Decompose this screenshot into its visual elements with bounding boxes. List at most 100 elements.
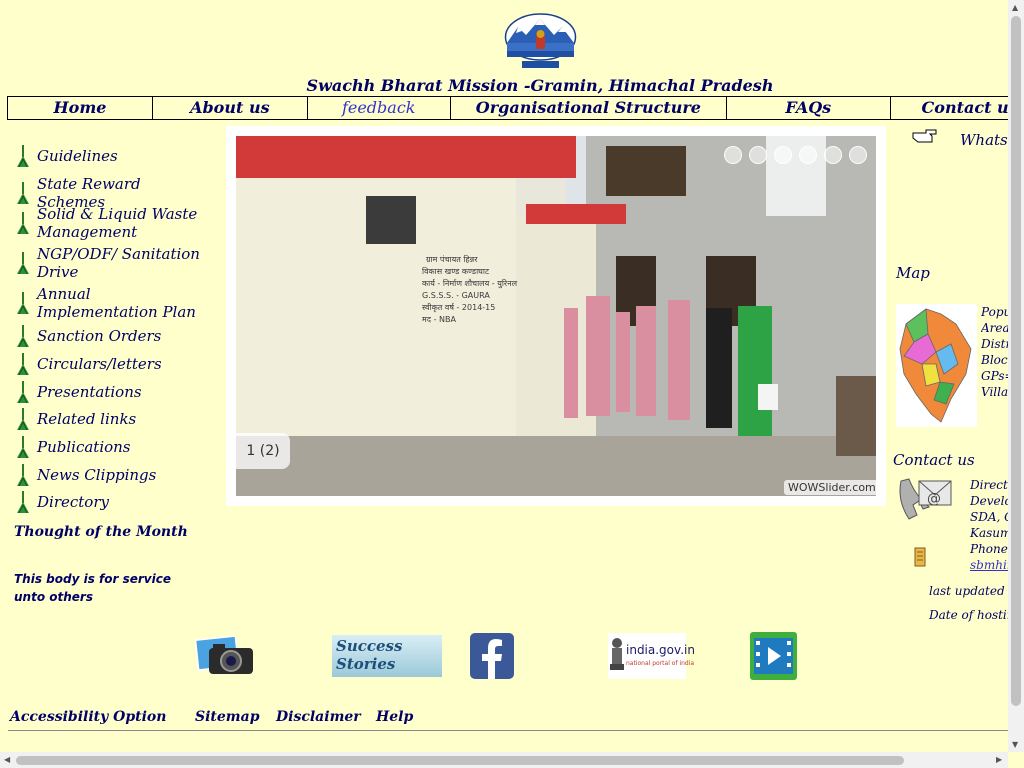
contact-address: Director Development SDA, C Kasumpti Pho…	[970, 477, 1010, 573]
contact-line: Phone.	[970, 542, 1010, 556]
slide-counter: 1 (2)	[236, 433, 290, 469]
contact-line: Development	[970, 494, 1010, 508]
slider-dot[interactable]	[749, 146, 767, 164]
broom-icon	[17, 145, 29, 167]
scroll-up-arrow-icon[interactable]: ▲	[1012, 3, 1018, 12]
left-nav-item-news-clippings[interactable]: News Clippings	[14, 464, 202, 486]
wall-text-line: ग्राम पंचायत हिन्नर	[426, 254, 478, 264]
broom-icon	[17, 353, 29, 375]
broom-icon	[17, 408, 29, 430]
map-stat-villages: Villages	[981, 385, 1011, 399]
slider-watermark[interactable]: WOWSlider.com	[784, 480, 880, 495]
left-nav-label: NGP/ODF/ Sanitation Drive	[37, 245, 200, 281]
slider-dots	[724, 146, 867, 164]
left-nav-label: Annual Implementation Plan	[37, 285, 196, 321]
left-nav-item-related-links[interactable]: Related links	[14, 408, 202, 430]
slider-dot[interactable]	[799, 146, 817, 164]
footer-disclaimer[interactable]: Disclaimer	[276, 709, 361, 725]
left-nav-label: Publications	[37, 438, 131, 456]
pointing-hand-icon	[912, 129, 937, 143]
scroll-left-arrow-icon[interactable]: ◀	[4, 755, 10, 764]
wall-text-line: कार्य - निर्माण शौचालय - युरिनल	[422, 278, 518, 289]
nav-about-us[interactable]: About us	[153, 97, 308, 119]
wall-text-line: विकास खण्ड कण्डाघाट	[422, 266, 490, 276]
broom-icon	[17, 292, 29, 314]
top-nav: Home About us feedback Organisational St…	[7, 96, 1024, 120]
slider-dot[interactable]	[724, 146, 742, 164]
left-nav-item-annual-plan[interactable]: Annual Implementation Plan	[14, 285, 202, 321]
success-stories-label: Success Stories	[336, 637, 403, 673]
horizontal-scrollbar-thumb[interactable]	[16, 756, 904, 765]
footer-divider	[8, 730, 1008, 731]
scroll-right-arrow-icon[interactable]: ▶	[996, 755, 1002, 764]
footer-accessibility-option[interactable]: Accessibility Option	[10, 709, 166, 725]
contact-heading[interactable]: Contact us	[893, 452, 975, 468]
broom-icon	[17, 212, 29, 234]
broom-icon	[17, 182, 29, 204]
map-stats: Population Area= Districts Blocks GPs= V…	[981, 304, 1011, 400]
map-heading[interactable]: Map	[896, 265, 930, 281]
map-stat-blocks: Blocks	[981, 353, 1011, 367]
thought-of-month-text: This body is for service unto others	[14, 572, 171, 604]
site-title: Swachh Bharat Mission -Gramin, Himachal …	[306, 76, 774, 95]
success-stories-banner[interactable]: Success Stories	[332, 635, 442, 677]
svg-text:@: @	[927, 491, 941, 507]
broom-icon	[17, 436, 29, 458]
contact-line: Director	[970, 478, 1010, 492]
left-nav-item-publications[interactable]: Publications	[14, 436, 202, 458]
left-nav-label: Directory	[37, 493, 109, 511]
thought-of-month-title[interactable]: Thought of the Month	[14, 524, 188, 540]
facebook-icon[interactable]	[470, 633, 514, 679]
india-gov-label: india.gov.in	[626, 643, 695, 657]
map-stat-area: Area=	[981, 321, 1011, 335]
footer-sitemap[interactable]: Sitemap	[195, 709, 259, 725]
nav-contact-us[interactable]: Contact us	[891, 97, 1024, 119]
contact-line: SDA, C	[970, 510, 1010, 524]
broom-icon	[17, 381, 29, 403]
map-stat-population: Population	[981, 305, 1011, 319]
left-nav-label: Guidelines	[37, 147, 118, 165]
left-nav-item-circulars[interactable]: Circulars/letters	[14, 353, 202, 375]
footer-help[interactable]: Help	[376, 709, 413, 725]
nav-faqs[interactable]: FAQs	[727, 97, 891, 119]
india-gov-sublabel: national portal of india	[626, 660, 695, 667]
slide-photo: ग्राम पंचायत हिन्नर विकास खण्ड कण्डाघाट …	[236, 136, 876, 496]
left-nav-item-solid-liquid-waste[interactable]: Solid & Liquid Waste Management	[14, 205, 202, 241]
scroll-icon	[914, 547, 926, 567]
phone-email-icon: @	[899, 478, 952, 520]
wall-text-line: G.S.S.S. - GAURA	[422, 291, 490, 300]
left-nav-label: Solid & Liquid Waste Management	[37, 205, 198, 241]
india-gov-portal-link[interactable]: india.gov.in national portal of india	[608, 633, 695, 679]
slider-dot[interactable]	[824, 146, 842, 164]
left-nav-label: News Clippings	[37, 466, 157, 484]
left-nav-label: Sanction Orders	[37, 327, 162, 345]
broom-icon	[17, 252, 29, 274]
left-nav-label: Related links	[37, 410, 137, 428]
scroll-down-arrow-icon[interactable]: ▼	[1012, 740, 1018, 749]
ashoka-emblem-icon	[610, 638, 624, 670]
nav-feedback[interactable]: feedback	[308, 97, 451, 119]
state-emblem-logo	[504, 13, 577, 68]
nav-organisational-structure[interactable]: Organisational Structure	[451, 97, 728, 119]
wall-text-line: मद - NBA	[422, 315, 456, 324]
left-nav-item-directory[interactable]: Directory	[14, 491, 202, 513]
left-nav-label: Circulars/letters	[37, 355, 162, 373]
video-gallery-icon[interactable]	[750, 632, 797, 680]
contact-email-link[interactable]: sbmhim	[970, 557, 1010, 573]
map-stat-gps: GPs=	[981, 369, 1011, 383]
slider-dot[interactable]	[774, 146, 792, 164]
left-nav-label: Presentations	[37, 383, 142, 401]
broom-icon	[17, 464, 29, 486]
map-stat-districts: Districts	[981, 337, 1011, 351]
slider-dot[interactable]	[849, 146, 867, 164]
camera-photo-gallery-icon[interactable]	[195, 636, 257, 678]
broom-icon	[17, 491, 29, 513]
left-nav-item-presentations[interactable]: Presentations	[14, 381, 202, 403]
himachal-map-image[interactable]	[896, 304, 977, 427]
nav-home[interactable]: Home	[8, 97, 153, 119]
contact-line: Kasumpti	[970, 526, 1010, 540]
left-nav-item-guidelines[interactable]: Guidelines	[14, 145, 202, 167]
left-nav-item-sanction-orders[interactable]: Sanction Orders	[14, 325, 202, 347]
vertical-scrollbar-thumb[interactable]	[1011, 16, 1021, 706]
left-nav-item-ngp-odf[interactable]: NGP/ODF/ Sanitation Drive	[14, 245, 202, 281]
